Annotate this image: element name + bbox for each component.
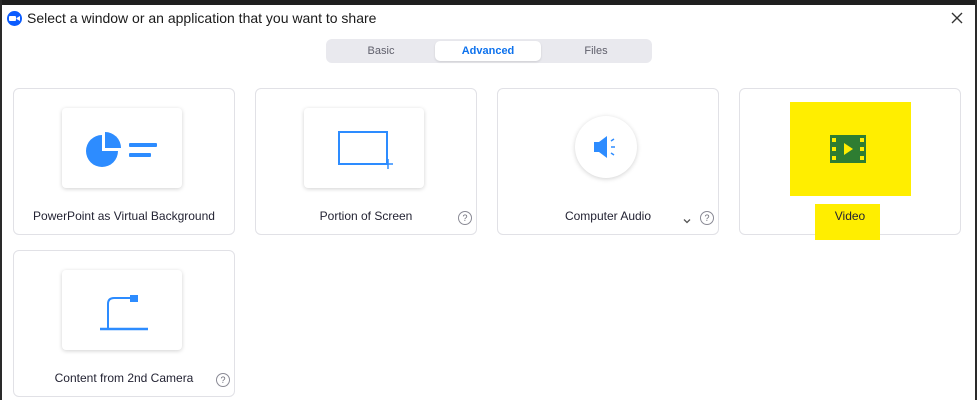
- audio-icon-circle: [575, 116, 637, 178]
- document-camera-icon: [100, 295, 148, 331]
- option-portion-of-screen[interactable]: Portion of Screen ?: [255, 88, 477, 235]
- option-label: Video: [834, 209, 866, 223]
- title-bar: Select a window or an application that y…: [2, 5, 975, 33]
- tab-basic[interactable]: Basic: [328, 41, 434, 61]
- option-label: Portion of Screen: [319, 209, 413, 223]
- speaker-icon: [594, 136, 615, 158]
- help-icon[interactable]: ?: [700, 211, 714, 225]
- help-icon[interactable]: ?: [458, 211, 472, 225]
- close-button[interactable]: [947, 8, 967, 28]
- window-left-border: [0, 0, 2, 400]
- screen-portion-icon: [338, 131, 393, 169]
- tab-advanced[interactable]: Advanced: [435, 41, 541, 61]
- option-tile: [62, 270, 182, 350]
- option-tile: [62, 108, 182, 188]
- close-icon: [951, 12, 963, 24]
- pie-chart-icon: [86, 132, 157, 167]
- share-tabs: Basic Advanced Files: [326, 39, 652, 63]
- zoom-logo-icon: [7, 11, 22, 26]
- tab-files[interactable]: Files: [542, 41, 650, 61]
- help-icon[interactable]: ?: [216, 373, 230, 387]
- film-play-icon: [830, 135, 866, 163]
- option-powerpoint-virtual-background[interactable]: PowerPoint as Virtual Background: [13, 88, 235, 235]
- option-label: Content from 2nd Camera: [54, 371, 194, 385]
- chevron-down-icon[interactable]: [682, 213, 692, 224]
- option-content-from-2nd-camera[interactable]: Content from 2nd Camera ?: [13, 250, 235, 397]
- option-label: PowerPoint as Virtual Background: [33, 209, 215, 223]
- option-tile: [304, 108, 424, 188]
- option-video[interactable]: Video: [739, 88, 961, 240]
- window-title: Select a window or an application that y…: [27, 10, 377, 26]
- option-computer-audio[interactable]: Computer Audio ?: [497, 88, 719, 235]
